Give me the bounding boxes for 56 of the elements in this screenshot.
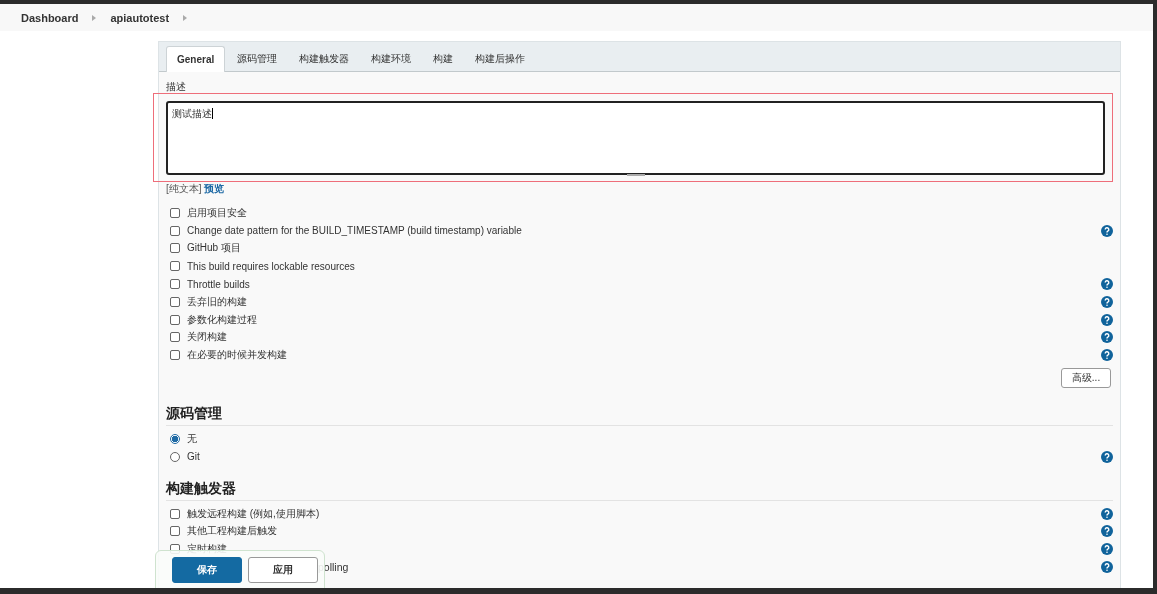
checkbox[interactable] xyxy=(170,332,180,343)
option-label: 启用项目安全 xyxy=(187,205,248,220)
help-icon[interactable] xyxy=(1101,331,1113,344)
tab[interactable]: 构建环境 xyxy=(361,46,422,71)
checkbox[interactable] xyxy=(170,243,180,254)
help-icon[interactable] xyxy=(1101,278,1113,291)
checkbox[interactable] xyxy=(170,261,180,272)
checkbox[interactable] xyxy=(170,350,180,361)
apply-button[interactable]: 应用 xyxy=(248,557,318,583)
option-label: GitHub 项目 xyxy=(187,241,242,256)
help-icon[interactable] xyxy=(1101,543,1113,556)
checkbox[interactable] xyxy=(170,279,180,290)
tab[interactable]: 构建 xyxy=(423,46,464,71)
help-icon[interactable] xyxy=(1101,224,1113,237)
option-label: 在必要的时候并发构建 xyxy=(187,348,288,363)
save-button[interactable]: 保存 xyxy=(172,557,242,583)
description-field[interactable]: 测试描述 xyxy=(166,101,1105,175)
breadcrumb-link[interactable]: apiautotest xyxy=(110,11,170,24)
checkbox[interactable] xyxy=(170,207,180,218)
help-icon[interactable] xyxy=(1101,313,1113,326)
checkbox[interactable] xyxy=(170,296,180,307)
radio-button[interactable] xyxy=(170,434,180,445)
option-label: Git xyxy=(187,451,201,463)
option-label: 其他工程构建后触发 xyxy=(187,524,278,539)
section-heading: 构建触发器 xyxy=(166,479,1113,501)
format-label: [纯文本] xyxy=(166,183,202,194)
section-heading: 源码管理 xyxy=(166,405,1113,427)
help-icon[interactable] xyxy=(1101,450,1113,463)
option-label: 触发远程构建 (例如,使用脚本) xyxy=(187,506,321,521)
option-label: Change date pattern for the BUILD_TIMESTAMP (build timestamp) variable xyxy=(187,225,523,237)
tab[interactable]: 构建后操作 xyxy=(465,46,536,71)
checkbox[interactable] xyxy=(170,508,180,519)
option-label: 丢弃旧的构建 xyxy=(187,294,248,309)
option-label: This build requires lockable resources xyxy=(187,260,356,272)
checkbox[interactable] xyxy=(170,225,180,236)
field-label: 描述 xyxy=(166,81,187,93)
preview-link[interactable]: 预览 xyxy=(204,183,225,194)
chevron-icon xyxy=(92,14,97,21)
option-label: 参数化构建过程 xyxy=(187,312,258,327)
help-icon[interactable] xyxy=(1101,507,1113,520)
help-icon[interactable] xyxy=(1101,349,1113,362)
chevron-icon xyxy=(183,14,188,21)
help-icon[interactable] xyxy=(1101,525,1113,538)
tab[interactable]: 构建触发器 xyxy=(289,46,360,71)
radio-button[interactable] xyxy=(170,451,180,462)
checkbox[interactable] xyxy=(170,314,180,325)
option-label: Throttle builds xyxy=(187,278,251,290)
option-label: 关闭构建 xyxy=(187,330,228,345)
advanced-button[interactable]: 高级... xyxy=(1061,368,1111,389)
tab[interactable]: 源码管理 xyxy=(227,46,288,71)
option-label: 无 xyxy=(187,432,198,447)
help-icon[interactable] xyxy=(1101,295,1113,308)
breadcrumb-link[interactable]: Dashboard xyxy=(21,11,79,24)
tab[interactable]: General xyxy=(166,46,226,72)
checkbox[interactable] xyxy=(170,526,180,537)
help-icon[interactable] xyxy=(1101,561,1113,574)
